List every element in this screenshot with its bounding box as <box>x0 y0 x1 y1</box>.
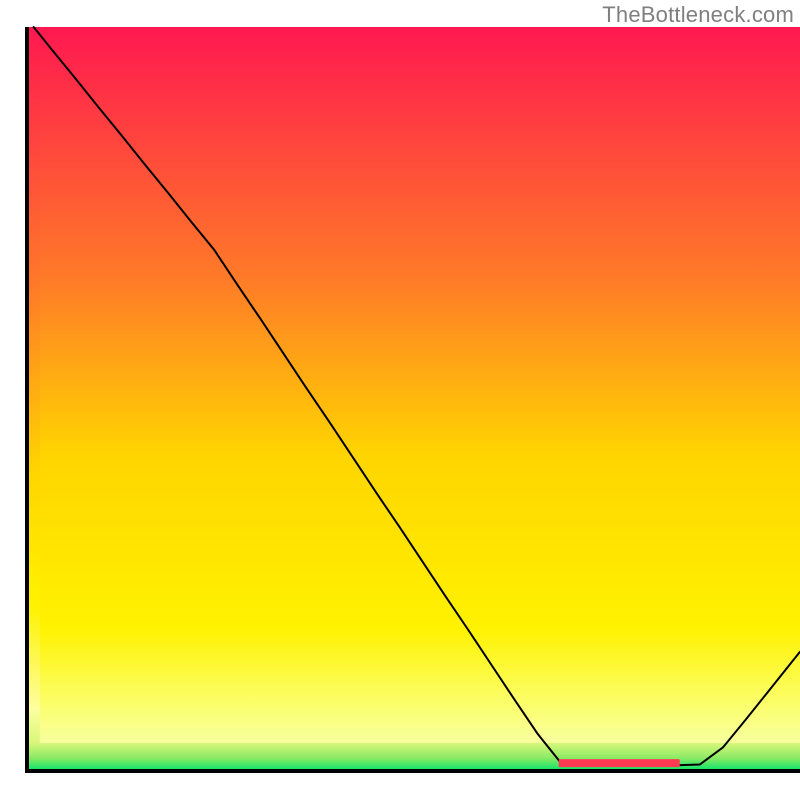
legend-highlight-bar <box>559 759 680 767</box>
plot-inner-strip <box>40 27 800 743</box>
chart-container: TheBottleneck.com <box>0 0 800 800</box>
bottleneck-chart <box>0 0 800 800</box>
